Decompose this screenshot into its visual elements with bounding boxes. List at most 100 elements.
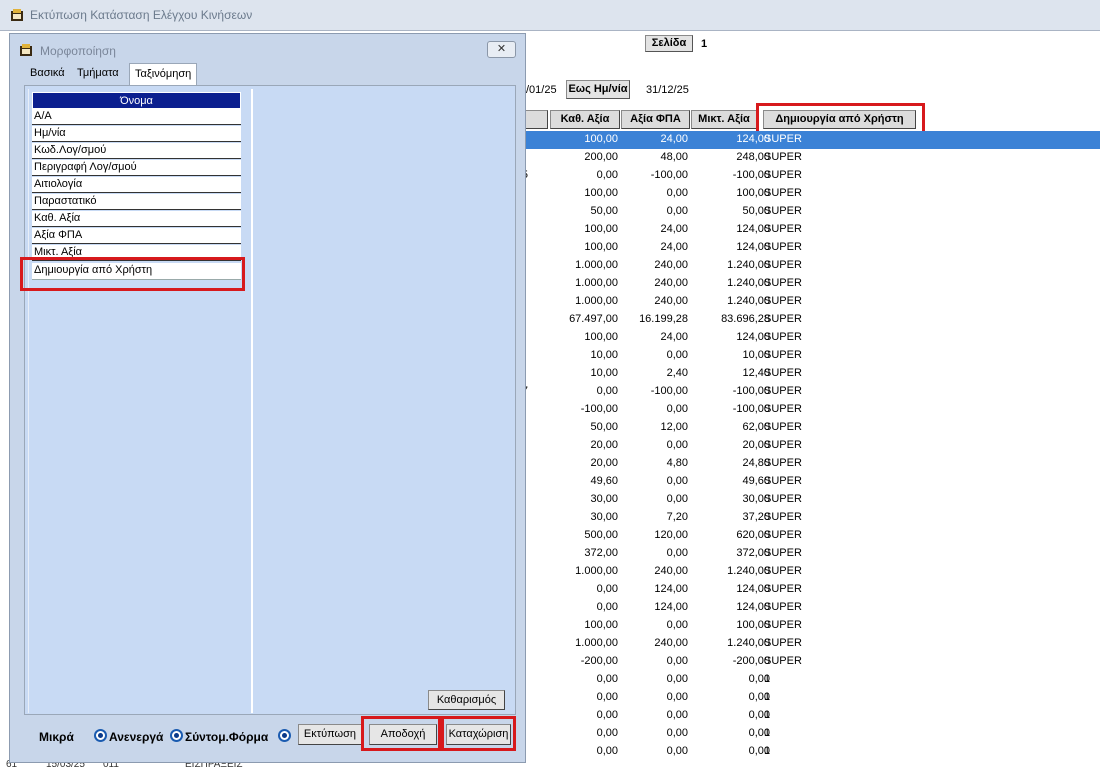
gross-value-cell: 620,00 [736,529,770,541]
print-button[interactable]: Εκτύπωση [298,724,362,745]
table-row[interactable]: 0,00-100,00-100,00SUPER5 [520,167,1100,185]
to-date-button[interactable]: Εως Ημ/νία [566,80,630,99]
table-row[interactable]: 20,00 4,80 24,80 SUPER [520,455,1100,473]
app-icon [11,9,23,21]
table-row[interactable]: 1.000,00 240,00 1.240,00 SUPER [520,635,1100,653]
gross-value-cell: 124,00 [736,223,770,235]
print-radio[interactable] [278,729,291,742]
table-row[interactable]: 0,00 0,00 0,00 1 [520,671,1100,689]
gross-value-cell: 10,00 [742,349,770,361]
gross-value-cell: -100,00 [732,403,770,415]
column-header-created-by-user[interactable]: Δημιουργία από Χρήστη [763,110,916,129]
user-cell: 1 [764,673,771,685]
table-row[interactable]: -200,00 0,00 -200,00 SUPER [520,653,1100,671]
table-row[interactable]: 49,60 0,00 49,60 SUPER [520,473,1100,491]
table-row[interactable]: 0,00-100,00-100,00SUPER7 [520,383,1100,401]
gross-value-cell: -200,00 [732,655,770,667]
user-cell: 1 [764,745,771,757]
table-row[interactable]: 100,00 24,00 124,00 SUPER [520,329,1100,347]
vat-value-cell: 240,00 [654,277,688,289]
column-header-vat-value[interactable]: Αξία ΦΠΑ [621,110,690,129]
close-button[interactable]: ✕ [487,41,516,58]
list-header-name[interactable]: Όνομα [32,92,241,109]
vat-value-cell: 0,00 [666,673,688,685]
table-row[interactable]: 30,00 0,00 30,00 SUPER [520,491,1100,509]
save-button[interactable]: Καταχώριση [446,724,511,745]
table-row[interactable]: 0,00 0,00 0,00 1 [520,725,1100,743]
gross-value-cell: 83.696,28 [721,313,770,325]
net-value-cell: 50,00 [590,421,618,433]
table-row[interactable]: 0,00 124,00 124,00 SUPER [520,599,1100,617]
table-row[interactable]: 50,00 0,00 50,00 SUPER [520,203,1100,221]
table-row[interactable]: 0,00 0,00 0,00 1 [520,689,1100,707]
table-row[interactable]: 20,00 0,00 20,00 SUPER [520,437,1100,455]
user-cell: SUPER [764,169,802,181]
column-header-net-value[interactable]: Καθ. Αξία [550,110,620,129]
table-row[interactable]: 100,00 0,00 100,00 SUPER [520,185,1100,203]
table-row[interactable]: 0,00 0,00 0,00 1 [520,707,1100,725]
tab-sorting[interactable]: Ταξινόμηση [129,63,198,85]
table-row[interactable]: -100,00 0,00 -100,00 SUPER [520,401,1100,419]
field-list[interactable]: Όνομα Α/Α Ημ/νία Κωδ.Λογ/σμού Περιγραφή Λογ… [28,89,253,713]
net-value-cell: 20,00 [590,457,618,469]
gross-value-cell: 1.240,00 [727,295,770,307]
table-row[interactable]: 10,00 2,40 12,40 SUPER [520,365,1100,383]
gross-value-cell: 1.240,00 [727,565,770,577]
user-cell: SUPER [764,511,802,523]
list-item[interactable]: Παραστατικό [32,194,241,210]
table-row[interactable]: 1.000,00 240,00 1.240,00 SUPER [520,293,1100,311]
table-row[interactable]: 100,00 24,00 124,00 SUPER [520,131,1100,149]
vat-value-cell: -100,00 [650,169,688,181]
list-item[interactable]: Δημιουργία από Χρήστη [32,263,241,280]
vat-value-cell: 0,00 [666,205,688,217]
table-row[interactable]: 1.000,00 240,00 1.240,00 SUPER [520,563,1100,581]
user-cell: 1 [764,727,771,739]
list-item[interactable]: Α/Α [32,109,241,125]
list-item[interactable]: Μικτ. Αξία [32,245,241,261]
user-cell: SUPER [764,493,802,505]
list-item[interactable]: Καθ. Αξία [32,211,241,227]
clear-button[interactable]: Καθαρισμός [428,690,505,710]
short-form-radio[interactable] [170,729,183,742]
table-row[interactable]: 10,00 0,00 10,00 SUPER [520,347,1100,365]
table-row[interactable]: 67.497,00 16.199,28 83.696,28 SUPER [520,311,1100,329]
net-value-cell: 67.497,00 [569,313,618,325]
gross-value-cell: 0,00 [748,727,770,739]
short-form-label: Σύντομ.Φόρμα [185,730,269,744]
table-row[interactable]: 100,00 24,00 124,00 SUPER [520,239,1100,257]
table-row[interactable]: 50,00 12,00 62,00 SUPER [520,419,1100,437]
gross-value-cell: 124,00 [736,241,770,253]
user-cell: SUPER [764,241,802,253]
vat-value-cell: 240,00 [654,637,688,649]
accept-button[interactable]: Αποδοχή [369,724,437,745]
table-row[interactable]: 0,00 124,00 124,00 SUPER [520,581,1100,599]
table-row[interactable]: 500,00 120,00 620,00 SUPER [520,527,1100,545]
list-item[interactable]: Αιτιολογία [32,177,241,193]
list-item[interactable]: Κωδ.Λογ/σμού [32,143,241,159]
inactive-radio[interactable] [94,729,107,742]
table-row[interactable]: 100,00 24,00 124,00 SUPER [520,221,1100,239]
table-row[interactable]: 372,00 0,00 372,00 SUPER [520,545,1100,563]
net-value-cell: 10,00 [590,367,618,379]
table-row[interactable]: 30,00 7,20 37,20 SUPER [520,509,1100,527]
table-row[interactable]: 1.000,00 240,00 1.240,00 SUPER [520,257,1100,275]
list-item[interactable]: Ημ/νία [32,126,241,142]
net-value-cell: 30,00 [590,511,618,523]
net-value-cell: 100,00 [584,133,618,145]
net-value-cell: 0,00 [596,169,618,181]
list-item[interactable]: Περιγραφή Λογ/σμού [32,160,241,176]
table-row[interactable]: 1.000,00 240,00 1.240,00 SUPER [520,275,1100,293]
net-value-cell: 0,00 [596,691,618,703]
tab-sections[interactable]: Τμήματα [77,67,119,85]
list-item[interactable]: Αξία ΦΠΑ [32,228,241,244]
gross-value-cell: 248,00 [736,151,770,163]
table-row[interactable]: 0,00 0,00 0,00 1 [520,743,1100,761]
gross-value-cell: 0,00 [748,709,770,721]
column-header-gross-value[interactable]: Μικτ. Αξία [691,110,757,129]
vat-value-cell: 0,00 [666,619,688,631]
table-row[interactable]: 200,00 48,00 248,00 SUPER [520,149,1100,167]
tab-basic[interactable]: Βασικά [30,67,65,85]
net-value-cell: 1.000,00 [575,259,618,271]
user-cell: SUPER [764,439,802,451]
table-row[interactable]: 100,00 0,00 100,00 SUPER [520,617,1100,635]
